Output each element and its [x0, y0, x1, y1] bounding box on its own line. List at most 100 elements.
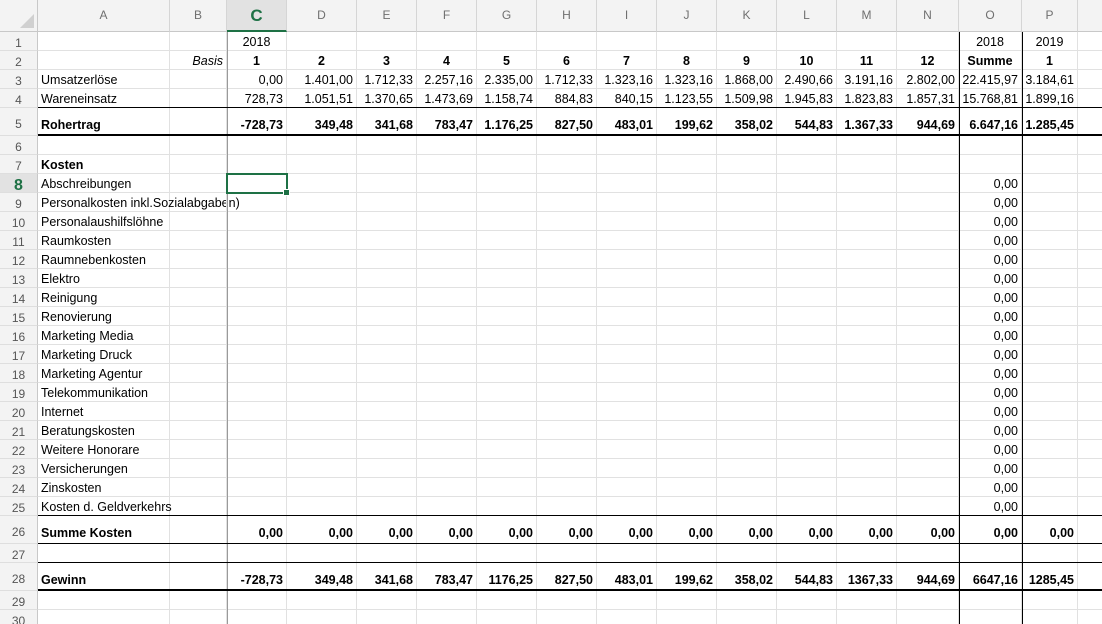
cell-c27[interactable]: [227, 544, 287, 563]
cell-h18[interactable]: [537, 364, 597, 383]
column-header-l[interactable]: L: [777, 0, 837, 32]
cell-n17[interactable]: [897, 345, 959, 364]
cell-e23[interactable]: [357, 459, 417, 478]
cell-f16[interactable]: [417, 326, 477, 345]
cell-b14[interactable]: [170, 288, 227, 307]
cell-n8[interactable]: [897, 174, 959, 193]
row-header-10[interactable]: 10: [0, 212, 38, 231]
cell-q25[interactable]: [1078, 497, 1102, 516]
row-header-27[interactable]: 27: [0, 544, 38, 563]
column-header-d[interactable]: D: [287, 0, 357, 32]
cell-a16[interactable]: Marketing Media: [38, 326, 170, 345]
cell-q19[interactable]: [1078, 383, 1102, 402]
cell-i29[interactable]: [597, 591, 657, 610]
cell-c25[interactable]: [227, 497, 287, 516]
cell-p27[interactable]: [1022, 544, 1078, 563]
cell-c30[interactable]: [227, 610, 287, 624]
cell-p23[interactable]: [1022, 459, 1078, 478]
cell-d29[interactable]: [287, 591, 357, 610]
cell-l6[interactable]: [777, 136, 837, 155]
cell-m16[interactable]: [837, 326, 897, 345]
row-header-3[interactable]: 3: [0, 70, 38, 89]
cell-p3[interactable]: 3.184,61: [1022, 70, 1078, 89]
cell-p17[interactable]: [1022, 345, 1078, 364]
cell-l12[interactable]: [777, 250, 837, 269]
cell-q8[interactable]: [1078, 174, 1102, 193]
cell-k18[interactable]: [717, 364, 777, 383]
cell-e21[interactable]: [357, 421, 417, 440]
cell-b22[interactable]: [170, 440, 227, 459]
cell-i15[interactable]: [597, 307, 657, 326]
cell-p24[interactable]: [1022, 478, 1078, 497]
row-header-5[interactable]: 5: [0, 108, 38, 136]
cell-d22[interactable]: [287, 440, 357, 459]
cell-j9[interactable]: [657, 193, 717, 212]
cell-p18[interactable]: [1022, 364, 1078, 383]
cell-k12[interactable]: [717, 250, 777, 269]
cell-m11[interactable]: [837, 231, 897, 250]
cell-q9[interactable]: [1078, 193, 1102, 212]
cell-f17[interactable]: [417, 345, 477, 364]
cell-n2[interactable]: 12: [897, 51, 959, 70]
cell-m4[interactable]: 1.823,83: [837, 89, 897, 108]
cell-m30[interactable]: [837, 610, 897, 624]
cell-m1[interactable]: [837, 32, 897, 51]
cell-i8[interactable]: [597, 174, 657, 193]
cell-n25[interactable]: [897, 497, 959, 516]
row-header-30[interactable]: 30: [0, 610, 38, 624]
cell-e14[interactable]: [357, 288, 417, 307]
cell-b19[interactable]: [170, 383, 227, 402]
cell-b6[interactable]: [170, 136, 227, 155]
cell-n23[interactable]: [897, 459, 959, 478]
cell-d5[interactable]: 349,48: [287, 108, 357, 136]
cell-m14[interactable]: [837, 288, 897, 307]
cell-a8[interactable]: Abschreibungen: [38, 174, 170, 193]
cell-i10[interactable]: [597, 212, 657, 231]
cell-p16[interactable]: [1022, 326, 1078, 345]
cell-p9[interactable]: [1022, 193, 1078, 212]
cell-h14[interactable]: [537, 288, 597, 307]
cell-m22[interactable]: [837, 440, 897, 459]
cell-p1[interactable]: 2019: [1022, 32, 1078, 51]
row-header-25[interactable]: 25: [0, 497, 38, 516]
cell-b20[interactable]: [170, 402, 227, 421]
cell-b12[interactable]: [170, 250, 227, 269]
cell-c11[interactable]: [227, 231, 287, 250]
cell-f22[interactable]: [417, 440, 477, 459]
column-header-g[interactable]: G: [477, 0, 537, 32]
cell-n6[interactable]: [897, 136, 959, 155]
cell-m29[interactable]: [837, 591, 897, 610]
cell-f4[interactable]: 1.473,69: [417, 89, 477, 108]
cell-c1[interactable]: 2018: [227, 32, 287, 51]
row-header-19[interactable]: 19: [0, 383, 38, 402]
cell-b13[interactable]: [170, 269, 227, 288]
cell-i17[interactable]: [597, 345, 657, 364]
cell-l9[interactable]: [777, 193, 837, 212]
cell-d18[interactable]: [287, 364, 357, 383]
cell-p10[interactable]: [1022, 212, 1078, 231]
cell-j12[interactable]: [657, 250, 717, 269]
cell-a26[interactable]: Summe Kosten: [38, 516, 170, 544]
cell-e20[interactable]: [357, 402, 417, 421]
cell-b23[interactable]: [170, 459, 227, 478]
cell-e8[interactable]: [357, 174, 417, 193]
cell-a19[interactable]: Telekommunikation: [38, 383, 170, 402]
cell-h28[interactable]: 827,50: [537, 563, 597, 591]
cell-k3[interactable]: 1.868,00: [717, 70, 777, 89]
cell-b1[interactable]: [170, 32, 227, 51]
cell-d7[interactable]: [287, 155, 357, 174]
cell-c23[interactable]: [227, 459, 287, 478]
cell-q17[interactable]: [1078, 345, 1102, 364]
cell-g12[interactable]: [477, 250, 537, 269]
cell-e17[interactable]: [357, 345, 417, 364]
cell-p6[interactable]: [1022, 136, 1078, 155]
cell-h15[interactable]: [537, 307, 597, 326]
cell-e28[interactable]: 341,68: [357, 563, 417, 591]
cell-l18[interactable]: [777, 364, 837, 383]
cell-m12[interactable]: [837, 250, 897, 269]
cell-c9[interactable]: [227, 193, 287, 212]
cell-i28[interactable]: 483,01: [597, 563, 657, 591]
cell-p29[interactable]: [1022, 591, 1078, 610]
cell-i4[interactable]: 840,15: [597, 89, 657, 108]
cell-q22[interactable]: [1078, 440, 1102, 459]
